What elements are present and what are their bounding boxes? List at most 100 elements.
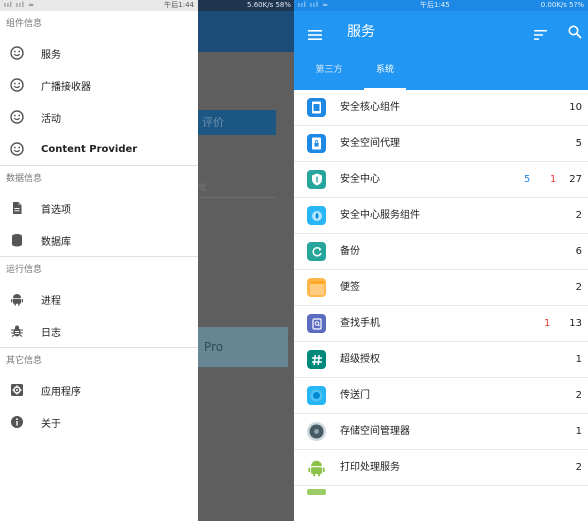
drawer-item-label: 服务: [41, 49, 61, 61]
left-screen: 5.60K/s 58% 评价 址 Pro ııl ııl ≈ 午后1:44 组件…: [0, 0, 294, 521]
app-name: 传送门: [340, 390, 370, 401]
list-item[interactable]: 传送门 2: [294, 378, 588, 414]
drawer-item-label: 关于: [41, 418, 61, 430]
drawer-item-label: 活动: [41, 113, 61, 125]
smiley-icon: [10, 46, 24, 60]
app-name: 安全中心服务组件: [340, 210, 420, 221]
tab-third-party[interactable]: 第三方: [308, 58, 350, 90]
list-item[interactable]: 存储空间管理器 1: [294, 414, 588, 450]
app-name: 存储空间管理器: [340, 426, 410, 437]
service-count: 2: [575, 282, 582, 293]
section-title-other: 其它信息: [6, 356, 43, 366]
status-bar: ııl ııl ≈ 午后1:44: [0, 0, 198, 11]
drawer-item-applications[interactable]: 应用程序: [0, 374, 198, 406]
list-item[interactable]: 超级授权 1: [294, 342, 588, 378]
status-time: 午后1:45: [420, 1, 450, 9]
search-icon[interactable]: [568, 24, 582, 39]
app-name: 查找手机: [340, 318, 380, 329]
service-count: 6: [575, 246, 582, 257]
section-title-components: 组件信息: [6, 19, 43, 29]
status-bar: ııl ııl ≈ 午后1:45 0.00K/s 5?%: [294, 0, 588, 11]
menu-icon[interactable]: [308, 26, 322, 40]
app-name: 打印处理服务: [340, 462, 400, 473]
hash-icon: [307, 350, 326, 369]
service-count: 10: [569, 102, 582, 113]
service-list: 安全核心组件 10 安全空间代理 5 安全中心 5 1 27 安全中心服务组件 …: [294, 90, 588, 486]
document-icon: [10, 201, 24, 215]
drawer-item-logs[interactable]: 日志: [0, 315, 198, 347]
smiley-icon: [10, 110, 24, 124]
drawer-item-label: 进程: [41, 295, 61, 307]
enabled-count: 5: [524, 174, 531, 185]
drawer-item-services[interactable]: 服务: [0, 37, 198, 69]
network-speed: 0.00K/s 5?%: [540, 1, 584, 9]
service-count: 1: [575, 426, 582, 437]
bug-icon: [10, 324, 24, 338]
list-item[interactable]: 安全中心 5 1 27: [294, 162, 588, 198]
drawer-item-label: 广播接收器: [41, 81, 91, 93]
database-icon: [10, 233, 24, 247]
drop-icon: [307, 206, 326, 225]
tab-label: 系统: [375, 65, 394, 75]
background-status-bar: 5.60K/s 58%: [198, 0, 294, 11]
list-item[interactable]: 便签 2: [294, 270, 588, 306]
drawer-item-label: 数据库: [41, 236, 71, 248]
tab-bar: 第三方 系统: [294, 58, 588, 90]
list-item[interactable]: 安全核心组件 10: [294, 90, 588, 126]
find-phone-icon: [307, 314, 326, 333]
list-item-partial[interactable]: [294, 486, 588, 521]
list-item[interactable]: 安全中心服务组件 2: [294, 198, 588, 234]
drawer-item-database[interactable]: 数据库: [0, 224, 198, 256]
drawer-item-label: 首选项: [41, 204, 71, 216]
disabled-count: 1: [544, 318, 551, 329]
background-field: 址: [198, 178, 276, 198]
info-icon: [10, 415, 24, 429]
app-name: 安全中心: [340, 174, 380, 185]
service-count: 2: [575, 390, 582, 401]
android-icon: [10, 292, 24, 306]
refresh-icon: [307, 242, 326, 261]
shield-doc-icon: [307, 98, 326, 117]
list-item[interactable]: 安全空间代理 5: [294, 126, 588, 162]
status-time: 午后1:44: [164, 1, 194, 9]
service-count: 27: [569, 174, 582, 185]
tab-system[interactable]: 系统: [364, 58, 406, 90]
service-count: 1: [575, 354, 582, 365]
portal-icon: [307, 386, 326, 405]
drawer-item-about[interactable]: 关于: [0, 406, 198, 438]
android-green-icon: [307, 458, 326, 477]
drawer-item-activities[interactable]: 活动: [0, 101, 198, 133]
section-title-data: 数据信息: [6, 174, 43, 184]
signal-indicator: ııl ııl ≈: [298, 1, 329, 9]
note-icon: [307, 278, 326, 297]
background-rate-button: 评价: [198, 110, 276, 135]
background-pro-card: Pro: [198, 327, 288, 367]
shield-icon: [307, 170, 326, 189]
disabled-count: 1: [550, 174, 557, 185]
list-item[interactable]: 备份 6: [294, 234, 588, 270]
android-green-icon: [307, 489, 326, 495]
storage-icon: [307, 422, 326, 441]
settings-box-icon: [10, 383, 24, 397]
navigation-drawer: ııl ııl ≈ 午后1:44 组件信息 服务 广播接收器 活动 Conten…: [0, 0, 198, 521]
app-name: 安全空间代理: [340, 138, 400, 149]
app-name: 超级授权: [340, 354, 380, 365]
sort-icon[interactable]: [534, 26, 547, 40]
app-name: 便签: [340, 282, 360, 293]
list-item[interactable]: 查找手机 1 13: [294, 306, 588, 342]
drawer-item-content-provider[interactable]: Content Provider: [0, 133, 198, 165]
drawer-item-label: 应用程序: [41, 386, 81, 398]
drawer-item-label: Content Provider: [41, 143, 138, 155]
page-title: 服务: [347, 24, 375, 40]
service-count: 2: [575, 210, 582, 221]
service-count: 5: [575, 138, 582, 149]
app-name: 备份: [340, 246, 360, 257]
list-item[interactable]: 打印处理服务 2: [294, 450, 588, 486]
signal-indicator: ııl ııl ≈: [4, 1, 35, 9]
drawer-item-receivers[interactable]: 广播接收器: [0, 69, 198, 101]
service-count: 13: [569, 318, 582, 329]
right-screen: ııl ııl ≈ 午后1:45 0.00K/s 5?% 服务 第三方 系统 安…: [294, 0, 588, 521]
drawer-item-processes[interactable]: 进程: [0, 283, 198, 315]
drawer-item-preferences[interactable]: 首选项: [0, 192, 198, 224]
section-title-runtime: 运行信息: [6, 265, 43, 275]
